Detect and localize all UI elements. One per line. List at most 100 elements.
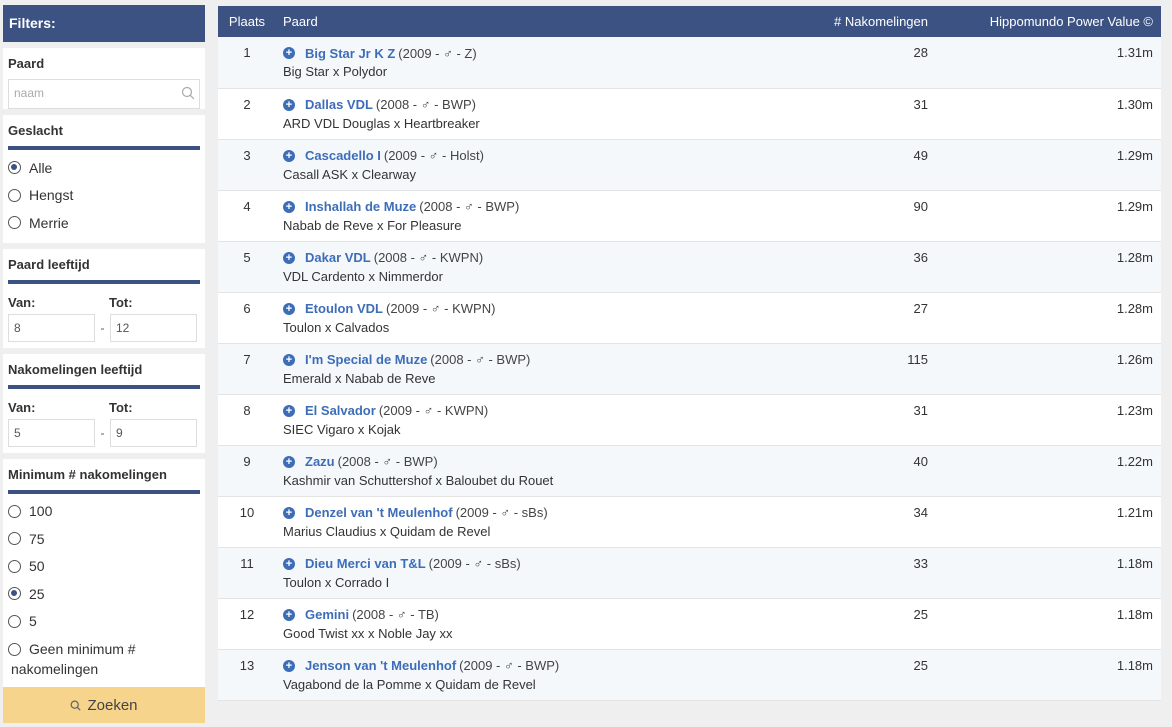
offspring-cell: 90 <box>913 198 928 214</box>
radio-option[interactable]: 25 <box>8 580 200 608</box>
offspring-age-from-input[interactable] <box>8 418 95 447</box>
horse-age-to-input[interactable] <box>110 313 197 342</box>
rank-cell: 4 <box>243 198 251 214</box>
horse-meta: (2009 - ♂ - BWP) <box>459 658 560 673</box>
plus-circle-icon[interactable]: + <box>283 506 295 519</box>
horse-name-link[interactable]: I'm Special de Muze <box>305 352 427 367</box>
col-horse-header[interactable]: Paard <box>276 6 763 37</box>
horse-name-link[interactable]: Inshallah de Muze <box>305 199 416 214</box>
plus-circle-icon[interactable]: + <box>283 149 295 162</box>
power-value-cell: 1.18m <box>1116 606 1153 622</box>
radio-option[interactable]: Hengst <box>8 182 200 210</box>
filters-header: Filters: <box>3 5 205 42</box>
horse-meta: (2009 - ♂ - sBs) <box>428 556 521 571</box>
horse-name-link[interactable]: Dallas VDL <box>305 97 373 112</box>
gender-radio-group: Alle Hengst Merrie <box>8 150 200 243</box>
horse-pedigree: Kashmir van Schuttershof x Baloubet du R… <box>283 472 554 488</box>
horse-name-link[interactable]: Gemini <box>305 607 349 622</box>
gender-filter-title: Geslacht <box>8 115 200 150</box>
table-row: 3 + Cascadello I (2009 - ♂ - Holst) Casall A… <box>218 139 1161 190</box>
horse-pedigree: ARD VDL Douglas x Heartbreaker <box>283 115 480 131</box>
power-value-cell: 1.29m <box>1116 198 1153 214</box>
plus-circle-icon[interactable]: + <box>283 200 295 213</box>
horse-meta: (2008 - ♂ - BWP) <box>430 352 531 367</box>
plus-circle-icon[interactable]: + <box>283 659 295 672</box>
offspring-cell: 40 <box>913 453 928 469</box>
radio-button[interactable] <box>8 188 21 202</box>
col-rank-header[interactable]: Plaats <box>218 6 276 37</box>
table-row: 5 + Dakar VDL (2008 - ♂ - KWPN) VDL Cardento… <box>218 241 1161 292</box>
search-icon <box>71 700 82 711</box>
radio-button[interactable] <box>8 559 21 573</box>
table-row: 9 + Zazu (2008 - ♂ - BWP) Kashmir van Schutt… <box>218 445 1161 496</box>
plus-circle-icon[interactable]: + <box>283 404 295 417</box>
power-value-cell: 1.18m <box>1116 657 1153 673</box>
horse-meta: (2008 - ♂ - BWP) <box>419 199 520 214</box>
horse-pedigree: Big Star x Polydor <box>283 64 388 79</box>
plus-circle-icon[interactable]: + <box>283 98 295 111</box>
radio-option[interactable]: 5 <box>8 608 200 636</box>
power-value-cell: 1.29m <box>1116 147 1153 163</box>
plus-circle-icon[interactable]: + <box>283 455 295 468</box>
offspring-age-filter: Nakomelingen leeftijd Van: Tot: - <box>3 353 205 453</box>
horse-search-box[interactable] <box>8 79 200 109</box>
horse-pedigree: Emerald x Nabab de Reve <box>283 370 436 386</box>
horse-meta: (2009 - ♂ - Holst) <box>383 148 484 163</box>
search-icon[interactable] <box>181 86 195 100</box>
radio-label: Merrie <box>29 214 69 231</box>
horse-name-link[interactable]: Dieu Merci van T&L <box>305 556 426 571</box>
radio-button[interactable] <box>8 643 21 656</box>
horse-cell: + Cascadello I (2009 - ♂ - Holst) Casall AS… <box>276 139 763 190</box>
radio-no-minimum[interactable]: Geen minimum # nakomelingen <box>8 635 200 687</box>
horse-name-link[interactable]: Etoulon VDL <box>305 301 383 316</box>
horse-name-link[interactable]: Cascadello I <box>305 148 381 163</box>
plus-circle-icon[interactable]: + <box>283 353 295 366</box>
plus-circle-icon[interactable]: + <box>283 47 295 59</box>
plus-circle-icon[interactable]: + <box>283 302 295 315</box>
horse-name-link[interactable]: El Salvador <box>305 403 376 418</box>
offspring-age-to-input[interactable] <box>110 418 197 447</box>
plus-circle-icon[interactable]: + <box>283 557 295 570</box>
horse-name-link[interactable]: Dakar VDL <box>305 250 371 265</box>
offspring-cell: 36 <box>913 249 928 265</box>
power-value-cell: 1.18m <box>1116 555 1153 571</box>
radio-option[interactable]: 50 <box>8 553 200 581</box>
horse-name-link[interactable]: Zazu <box>305 454 335 469</box>
horse-age-from-input[interactable] <box>8 313 95 342</box>
offspring-cell: 27 <box>913 300 928 316</box>
radio-button[interactable] <box>8 614 21 628</box>
horse-pedigree: Marius Claudius x Quidam de Revel <box>283 523 491 539</box>
horse-pedigree: VDL Cardento x Nimmerdor <box>283 268 443 284</box>
horse-cell: + Big Star Jr K Z (2009 - ♂ - Z) Big Star x… <box>276 37 763 88</box>
horse-pedigree: Toulon x Corrado I <box>283 574 390 590</box>
offspring-cell: 31 <box>913 96 928 112</box>
col-offspring-header[interactable]: # Nakomelingen <box>763 6 928 37</box>
radio-option[interactable]: Alle <box>8 154 200 182</box>
radio-option[interactable]: 100 <box>8 498 200 526</box>
radio-label: 50 <box>29 558 45 575</box>
radio-button-checked[interactable] <box>8 587 21 601</box>
radio-option[interactable]: Merrie <box>8 209 200 237</box>
horse-name-link[interactable]: Big Star Jr K Z <box>305 46 395 61</box>
power-value-cell: 1.28m <box>1116 249 1153 265</box>
horse-name-link[interactable]: Jenson van 't Meulenhof <box>305 658 456 673</box>
horse-cell: + Gemini (2008 - ♂ - TB) Good Twist xx x No… <box>276 598 763 649</box>
radio-button-checked[interactable] <box>8 161 21 175</box>
radio-label: Geen minimum # nakomelingen <box>11 641 136 677</box>
rank-cell: 12 <box>239 606 255 622</box>
table-row: 10 + Denzel van 't Meulenhof (2009 - ♂ - sB… <box>218 496 1161 547</box>
radio-button[interactable] <box>8 532 21 546</box>
search-button[interactable]: Zoeken <box>3 687 205 723</box>
table-row: 11 + Dieu Merci van T&L (2009 - ♂ - sBs) Tou… <box>218 547 1161 598</box>
col-value-header[interactable]: Hippomundo Power Value © <box>928 6 1161 37</box>
horse-name-link[interactable]: Denzel van 't Meulenhof <box>305 505 453 520</box>
power-value-cell: 1.26m <box>1116 351 1153 367</box>
radio-option[interactable]: 75 <box>8 525 200 553</box>
radio-button[interactable] <box>8 216 21 230</box>
power-value-cell: 1.30m <box>1116 96 1153 112</box>
plus-circle-icon[interactable]: + <box>283 251 295 264</box>
offspring-cell: 25 <box>913 606 928 622</box>
radio-button[interactable] <box>8 504 21 518</box>
plus-circle-icon[interactable]: + <box>283 608 295 621</box>
horse-name-input[interactable] <box>9 80 164 106</box>
